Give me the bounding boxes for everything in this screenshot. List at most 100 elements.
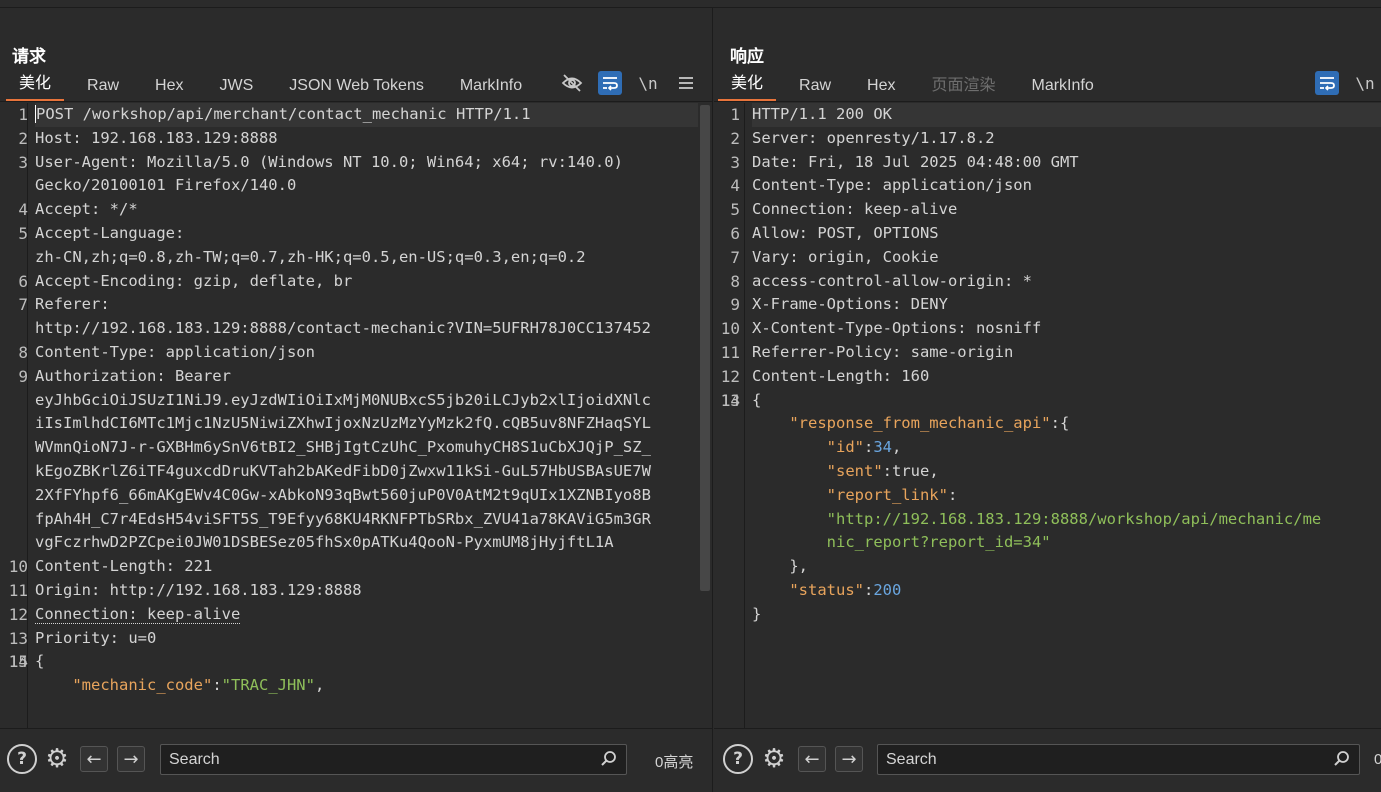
json-comma: ,	[314, 676, 325, 695]
code-text: Date: Fri, 18 Jul 2025 04:48:00 GMT	[752, 152, 1079, 171]
code-text: vgFczrhwD2PZCpei0JW01DSBESez05fhSx0pATKu…	[35, 533, 614, 552]
search-input-container[interactable]	[160, 744, 627, 775]
code-text: Content-Type: application/json	[752, 176, 1032, 195]
line-number: 9	[18, 366, 28, 386]
code-line: nic_report?report_id=34"	[752, 531, 1381, 555]
menu-icon[interactable]	[674, 71, 698, 95]
code-line: 8 Content-Type: application/json	[18, 341, 698, 365]
search-input[interactable]	[161, 745, 626, 774]
code-line: 12 Content-Length: 160	[721, 365, 1381, 389]
code-text: Accept-Language:	[35, 223, 185, 242]
code-text: zh-CN,zh;q=0.8,zh-TW;q=0.7,zh-HK;q=0.5,e…	[35, 247, 586, 266]
code-text: http://192.168.183.129:8888/contact-mech…	[35, 319, 651, 338]
tab-pretty[interactable]: 美化	[718, 71, 777, 101]
search-input-container[interactable]	[877, 744, 1360, 775]
json-colon: :	[863, 438, 874, 457]
back-arrow-icon[interactable]: ←	[80, 746, 108, 772]
code-line: 10 X-Content-Type-Options: nosniff	[721, 317, 1381, 341]
code-text: X-Frame-Options: DENY	[752, 295, 948, 314]
code-line: eyJhbGciOiJSUzI1NiJ9.eyJzdWIiOiIxMjM0NUB…	[35, 389, 698, 413]
tab-hex[interactable]: Hex	[854, 71, 908, 101]
line-number: 3	[18, 152, 28, 172]
line-number: 3	[730, 152, 740, 172]
tab-pretty[interactable]: 美化	[6, 71, 65, 101]
forward-arrow-icon[interactable]: →	[117, 746, 145, 772]
code-line: 5 Connection: keep-alive	[730, 198, 1381, 222]
tab-raw[interactable]: Raw	[786, 71, 844, 101]
tab-markinfo[interactable]: MarkInfo	[1019, 71, 1107, 101]
request-tabs: 美化 Raw Hex JWS JSON Web Tokens MarkInfo	[6, 71, 545, 101]
code-line: vgFczrhwD2PZCpei0JW01DSBESez05fhSx0pATKu…	[35, 531, 698, 555]
eye-off-icon[interactable]	[560, 71, 584, 95]
code-text: {	[752, 390, 762, 409]
request-scrollbar[interactable]	[700, 105, 710, 591]
code-text: User-Agent: Mozilla/5.0 (Windows NT 10.0…	[35, 152, 623, 171]
line-number: 12	[720, 366, 740, 386]
response-title: 响应	[730, 47, 764, 67]
request-view-tools: \n	[560, 71, 698, 95]
code-text: access-control-allow-origin: *	[752, 271, 1032, 290]
code-line: 6 Allow: POST, OPTIONS	[730, 222, 1381, 246]
json-comma: ,	[892, 438, 902, 457]
gear-icon[interactable]: ⚙	[759, 744, 789, 774]
line-number: 1	[730, 105, 740, 124]
response-code[interactable]: 1 HTTP/1.1 200 OK 2 Server: openresty/1.17.…	[721, 103, 1381, 728]
request-code[interactable]: 1 POST /workshop/api/merchant/contact_mec…	[9, 103, 698, 728]
line-number: 13	[8, 628, 28, 648]
line-number: 14	[720, 390, 740, 410]
code-line: 7 Referer:	[18, 293, 698, 317]
line-number: 10	[8, 557, 28, 577]
line-number: 15	[8, 652, 28, 672]
code-line: "id":34,	[752, 436, 1381, 460]
code-line: 14 {	[721, 389, 1381, 413]
search-input[interactable]	[878, 745, 1359, 774]
tab-hex[interactable]: Hex	[142, 71, 196, 101]
code-line: zh-CN,zh;q=0.8,zh-TW;q=0.7,zh-HK;q=0.5,e…	[35, 246, 698, 270]
forward-arrow-icon[interactable]: →	[835, 746, 863, 772]
wrap-icon[interactable]	[598, 71, 622, 95]
request-pane: 请求 美化 Raw Hex JWS JSON Web Tokens MarkIn…	[0, 8, 713, 792]
back-arrow-icon[interactable]: ←	[798, 746, 826, 772]
response-pane: 响应 美化 Raw Hex 页面渲染 MarkInfo \n 1 HTTP/1.1…	[714, 8, 1381, 792]
request-title: 请求	[12, 47, 46, 67]
tab-json-web-tokens[interactable]: JSON Web Tokens	[276, 71, 437, 101]
code-line: "sent":true,	[752, 460, 1381, 484]
help-icon[interactable]: ?	[7, 744, 37, 774]
response-editor[interactable]: 1 HTTP/1.1 200 OK 2 Server: openresty/1.17.…	[714, 103, 1381, 728]
gear-icon[interactable]: ⚙	[42, 744, 72, 774]
highlight-count: 0高亮	[655, 754, 694, 771]
tab-divider	[714, 101, 1381, 102]
line-number: 12	[8, 604, 28, 624]
code-text: HTTP/1.1 200 OK	[752, 105, 892, 123]
json-key: "report_link"	[826, 485, 948, 504]
code-text: Vary: origin, Cookie	[752, 247, 939, 266]
code-line: 7 Vary: origin, Cookie	[730, 246, 1381, 270]
code-line: "report_link":	[752, 484, 1381, 508]
json-string: "TRAC_JHN"	[221, 676, 315, 695]
line-number: 8	[730, 271, 740, 291]
code-text: Referer:	[35, 295, 110, 314]
newline-toggle[interactable]: \n	[636, 71, 660, 95]
code-text: P	[35, 105, 46, 123]
line-number: 7	[730, 247, 740, 267]
code-line: },	[752, 555, 1381, 579]
code-text: Connection: keep-alive	[35, 604, 241, 624]
request-editor[interactable]: 1 POST /workshop/api/merchant/contact_mec…	[0, 103, 712, 728]
code-text: Referrer-Policy: same-origin	[752, 342, 1014, 361]
code-line: "mechanic_code":"TRAC_JHN",	[35, 674, 698, 698]
help-icon[interactable]: ?	[723, 744, 753, 774]
wrap-icon[interactable]	[1315, 71, 1339, 95]
top-strip	[0, 0, 1381, 8]
code-text: Accept-Encoding: gzip, deflate, br	[35, 271, 353, 290]
json-punct: }	[752, 604, 762, 623]
code-text: iIsImlhdCI6MTc1Mjc1NzU5NiwiZXhwIjoxNzUzM…	[35, 414, 651, 433]
tab-markinfo[interactable]: MarkInfo	[447, 71, 535, 101]
newline-toggle[interactable]: \n	[1353, 71, 1377, 95]
tab-raw[interactable]: Raw	[74, 71, 132, 101]
tab-jws[interactable]: JWS	[206, 71, 266, 101]
code-text: Allow: POST, OPTIONS	[752, 223, 939, 242]
